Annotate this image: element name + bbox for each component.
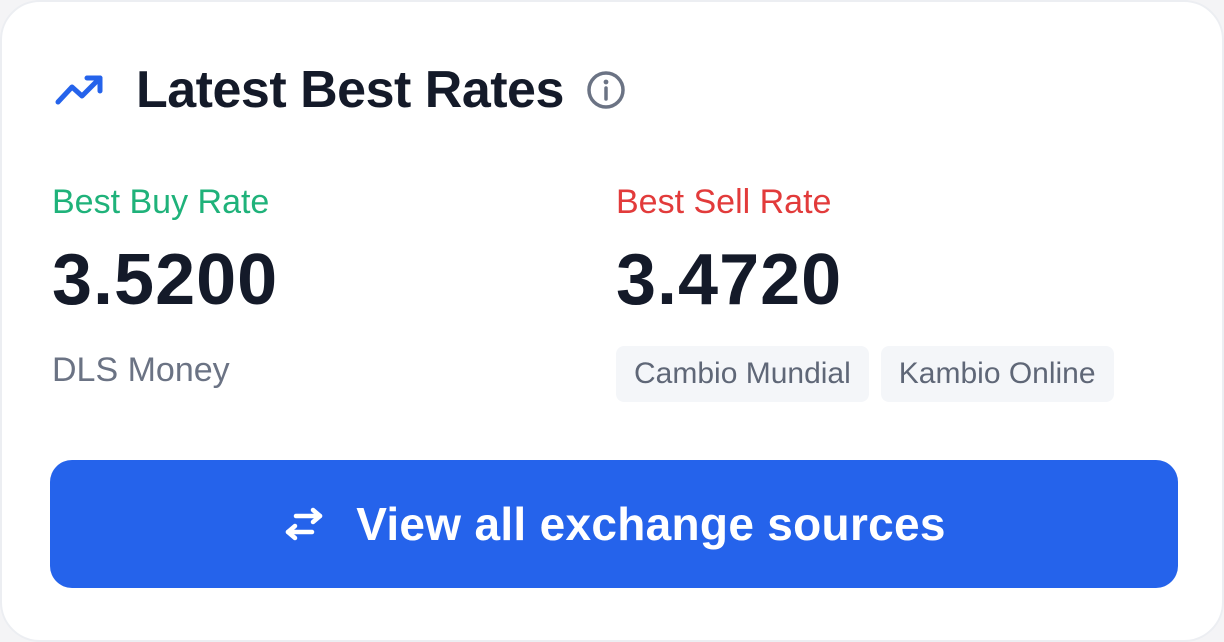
best-sell-label: Best Sell Rate xyxy=(616,183,832,221)
best-sell-section: Best Sell Rate 3.4720 Cambio Mundial Kam… xyxy=(616,178,1114,402)
view-all-sources-button[interactable]: View all exchange sources xyxy=(50,460,1178,588)
best-buy-source: DLS Money xyxy=(52,351,230,389)
trending-up-icon xyxy=(54,72,106,108)
source-chip-kambio-online: Kambio Online xyxy=(880,346,1114,402)
best-sell-value: 3.4720 xyxy=(616,240,843,320)
best-buy-label: Best Buy Rate xyxy=(52,183,270,221)
latest-best-rates-card: Latest Best Rates Best Buy Rate 3.5200 D… xyxy=(0,0,1224,642)
source-chip-cambio-mundial: Cambio Mundial xyxy=(616,346,869,402)
view-all-sources-label: View all exchange sources xyxy=(356,498,946,550)
best-sell-sources: Cambio Mundial Kambio Online xyxy=(616,346,1114,402)
info-icon[interactable] xyxy=(586,70,626,110)
swap-arrows-icon xyxy=(282,506,326,542)
best-buy-value: 3.5200 xyxy=(52,240,279,320)
card-header: Latest Best Rates xyxy=(54,58,626,122)
best-buy-section: Best Buy Rate 3.5200 DLS Money xyxy=(52,178,278,392)
card-title: Latest Best Rates xyxy=(136,61,564,119)
